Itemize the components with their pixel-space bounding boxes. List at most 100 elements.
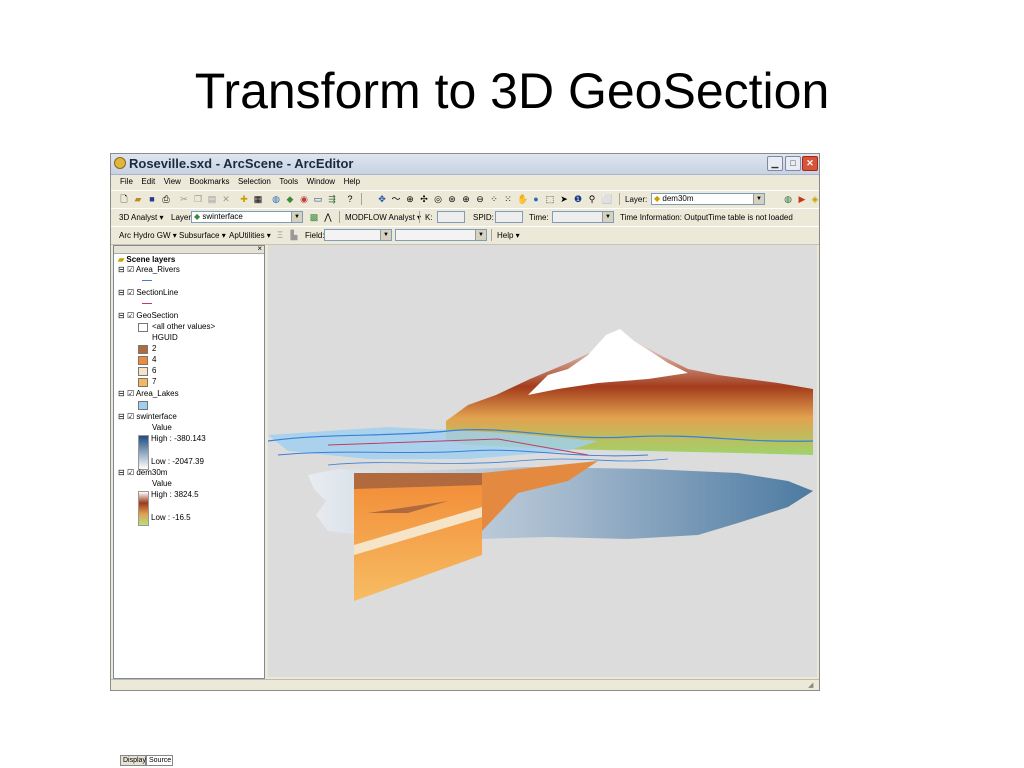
whats-this-help-icon[interactable]: ?	[345, 194, 355, 204]
full-extent-icon[interactable]: ●	[531, 194, 541, 204]
arc-hydro-gw-menu[interactable]: Arc Hydro GW ▾	[119, 231, 177, 240]
arctoolbox-icon[interactable]: ◆	[285, 194, 295, 204]
toc-layer-dem30m[interactable]: ⊟ ☑ dem30m	[118, 468, 167, 478]
hand-icon[interactable]: ✋	[517, 194, 528, 204]
open-folder-icon[interactable]: ▰	[133, 194, 143, 204]
print-icon[interactable]: ⎙	[161, 194, 171, 204]
select-elements-icon[interactable]: ➤	[559, 194, 569, 204]
menu-window[interactable]: Window	[307, 175, 335, 189]
toc-layer-area-rivers[interactable]: ⊟ ☑ Area_Rivers	[118, 265, 180, 275]
legend-swatch-7	[138, 378, 148, 387]
collapse-icon[interactable]: ⊟	[118, 468, 125, 477]
zoom-out-icon[interactable]: ⊖	[475, 194, 485, 204]
help-menu[interactable]: Help ▾	[497, 231, 520, 240]
layer-checkbox[interactable]: ☑	[127, 468, 134, 477]
zoom-in-icon[interactable]: ⊕	[461, 194, 471, 204]
spid-stepper[interactable]	[495, 211, 523, 223]
layer-checkbox[interactable]: ☑	[127, 389, 134, 398]
copy-icon[interactable]: ❐	[193, 194, 203, 204]
xd-icon[interactable]: Ξ	[275, 230, 285, 240]
add-data-icon[interactable]: ✚	[239, 194, 249, 204]
zoom-target-icon[interactable]: ⊛	[447, 194, 457, 204]
new-document-icon[interactable]: 🗋	[119, 194, 129, 204]
layer-properties-icon[interactable]: ◈	[810, 194, 820, 204]
collapse-icon[interactable]: ⊟	[118, 412, 125, 421]
identify-icon[interactable]: ❶	[573, 194, 583, 204]
menu-help[interactable]: Help	[344, 175, 360, 189]
navigate-icon[interactable]: ✥	[377, 194, 387, 204]
menu-file[interactable]: File	[120, 175, 133, 189]
fly-icon[interactable]: 〜	[391, 194, 401, 204]
collapse-icon[interactable]: ⊟	[118, 288, 125, 297]
chevron-down-icon: ▼	[380, 230, 391, 240]
window-icon[interactable]: ▭	[313, 194, 323, 204]
toc-layer-sectionline[interactable]: ⊟ ☑ SectionLine	[118, 288, 178, 298]
k-stepper[interactable]	[437, 211, 465, 223]
menu-edit[interactable]: Edit	[141, 175, 155, 189]
subsurface-menu[interactable]: Subsurface ▾	[179, 231, 226, 240]
save-icon[interactable]: ■	[147, 194, 157, 204]
menu-view[interactable]: View	[164, 175, 181, 189]
find-icon[interactable]: ⚲	[587, 194, 597, 204]
measure-icon[interactable]: ⬜	[601, 194, 612, 204]
legend-label: 6	[152, 366, 157, 375]
toc-layer-swinterface[interactable]: ⊟ ☑ swinterface	[118, 412, 177, 422]
scene-view[interactable]	[267, 245, 817, 677]
table-of-contents: × ▰ Scene layers ⊟ ☑ Area_Rivers ⊟ ☑ Sec…	[113, 244, 265, 766]
layer-checkbox[interactable]: ☑	[127, 412, 134, 421]
pan-icon[interactable]: ✣	[419, 194, 429, 204]
paint-icon[interactable]: ▶	[797, 194, 807, 204]
expand-fov-icon[interactable]: ⁙	[503, 194, 513, 204]
menu-bar: File Edit View Bookmarks Selection Tools…	[111, 175, 819, 189]
layer-dropdown-dem[interactable]: ◆ dem30m ▼	[651, 193, 765, 205]
model-builder-icon[interactable]: ⇶	[327, 194, 337, 204]
layer-dropdown-swinterface[interactable]: ◆ swinterface ▼	[191, 211, 303, 223]
globe-icon[interactable]: ◍	[271, 194, 281, 204]
collapse-icon[interactable]: ⊟	[118, 311, 125, 320]
delete-icon[interactable]: ✕	[221, 194, 231, 204]
tab-source[interactable]: Source	[146, 755, 173, 766]
minimize-button[interactable]: ▁	[767, 156, 783, 171]
zoom-in-out-icon[interactable]: ⊕	[405, 194, 415, 204]
layer-checkbox[interactable]: ☑	[127, 288, 134, 297]
menu-bookmarks[interactable]: Bookmarks	[189, 175, 229, 189]
chevron-down-icon: ▼	[602, 212, 613, 222]
menu-selection[interactable]: Selection	[238, 175, 271, 189]
close-icon[interactable]: ×	[257, 244, 262, 253]
layer-checkbox[interactable]: ☑	[127, 265, 134, 274]
calculator-icon[interactable]: ▦	[253, 194, 263, 204]
window-titlebar[interactable]: Roseville.sxd - ArcScene - ArcEditor ▁ □…	[111, 154, 819, 175]
cut-icon[interactable]: ✂	[179, 194, 189, 204]
modflow-analyst-menu[interactable]: MODFLOW Analyst ▾	[345, 213, 421, 222]
raster-surface-icon[interactable]: ▩	[309, 212, 319, 222]
collapse-icon[interactable]: ⊟	[118, 389, 125, 398]
paste-icon[interactable]: ▤	[207, 194, 217, 204]
aputilities-menu[interactable]: ApUtilities ▾	[229, 231, 271, 240]
layer-checkbox[interactable]: ☑	[127, 311, 134, 320]
maximize-button[interactable]: □	[785, 156, 801, 171]
3d-analyst-menu[interactable]: 3D Analyst ▾	[119, 213, 163, 222]
time-dropdown[interactable]: ▼	[552, 211, 614, 223]
collapse-icon[interactable]: ⊟	[118, 265, 125, 274]
tab-display[interactable]: Display	[120, 755, 146, 766]
chart-icon[interactable]: ▙	[289, 230, 299, 240]
resize-grip-icon[interactable]: ◢	[808, 681, 817, 690]
legend-swatch-2	[138, 345, 148, 354]
toolbar-separator	[419, 211, 420, 223]
scene-canvas[interactable]	[267, 245, 817, 677]
toolbox-icon[interactable]: ◉	[299, 194, 309, 204]
value-dropdown[interactable]: ▼	[395, 229, 487, 241]
menu-tools[interactable]: Tools	[279, 175, 298, 189]
effects-icon[interactable]: ◍	[783, 194, 793, 204]
toc-layer-area-lakes[interactable]: ⊟ ☑ Area_Lakes	[118, 389, 179, 399]
toc-layer-geosection[interactable]: ⊟ ☑ GeoSection	[118, 311, 178, 321]
select-features-icon[interactable]: ⬚	[545, 194, 555, 204]
narrow-fov-icon[interactable]: ⁘	[489, 194, 499, 204]
target-center-icon[interactable]: ◎	[433, 194, 443, 204]
rivers-line-symbol	[142, 280, 152, 281]
field-dropdown[interactable]: ▼	[324, 229, 392, 241]
close-button[interactable]: ✕	[802, 156, 818, 171]
legend-label: 2	[152, 344, 157, 353]
contour-icon[interactable]: ⋀	[323, 212, 333, 222]
toc-root[interactable]: ▰ Scene layers	[118, 255, 175, 265]
